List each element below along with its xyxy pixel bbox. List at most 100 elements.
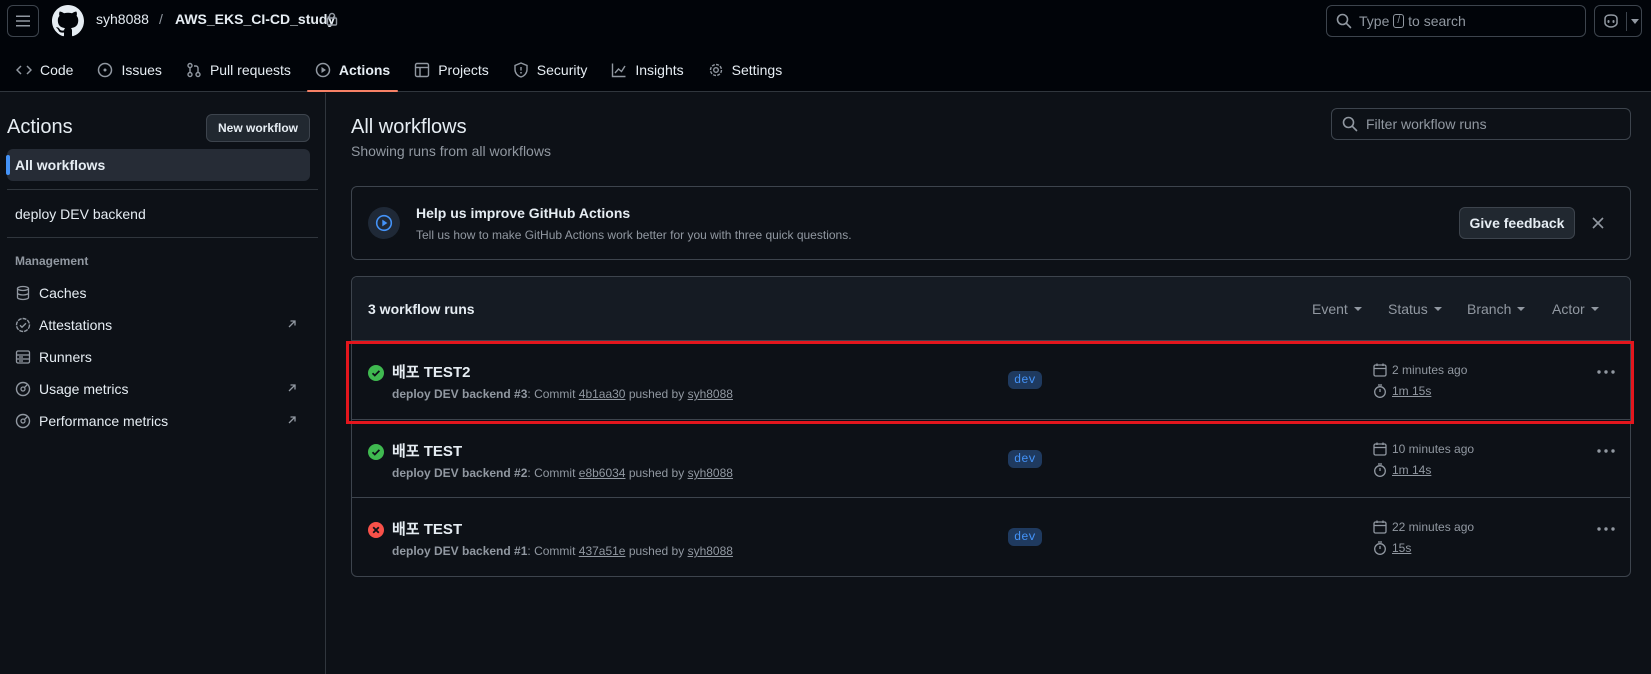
- banner-icon-circle: [368, 207, 400, 239]
- verified-icon: [15, 317, 31, 333]
- sidebar-item-workflow[interactable]: deploy DEV backend: [15, 206, 146, 222]
- tab-projects[interactable]: Projects: [406, 48, 497, 92]
- play-icon: [375, 214, 393, 232]
- pushed-by-label: pushed by: [628, 544, 685, 558]
- play-icon: [315, 62, 331, 78]
- kebab-horizontal-icon[interactable]: [1597, 448, 1615, 454]
- workflow-run-row[interactable]: 배포 TEST deploy DEV backend #2: Commit e8…: [352, 419, 1630, 497]
- tab-label: Insights: [635, 62, 684, 78]
- tab-code[interactable]: Code: [8, 48, 81, 92]
- external-link-icon: [288, 384, 296, 392]
- filter-event-dropdown[interactable]: Event: [1312, 301, 1362, 317]
- pull-request-icon: [187, 62, 201, 78]
- run-duration-text: 15s: [1392, 541, 1412, 555]
- filter-label: Branch: [1467, 301, 1512, 317]
- shield-icon: [514, 62, 528, 78]
- hamburger-icon: [16, 15, 30, 27]
- search-icon: [1342, 116, 1358, 132]
- tab-insights[interactable]: Insights: [603, 48, 691, 92]
- sidebar-item-all-workflows[interactable]: All workflows: [6, 149, 310, 181]
- filter-label: Status: [1388, 301, 1428, 317]
- run-title-link[interactable]: 배포 TEST: [392, 518, 462, 539]
- commit-label: Commit: [534, 466, 576, 480]
- filter-workflow-runs-input[interactable]: Filter workflow runs: [1331, 108, 1631, 140]
- github-logo-icon[interactable]: [52, 5, 84, 37]
- tab-label: Code: [40, 62, 74, 78]
- tab-pull-requests[interactable]: Pull requests: [178, 48, 299, 92]
- run-title-link[interactable]: 배포 TEST: [392, 440, 462, 461]
- tab-security[interactable]: Security: [505, 48, 596, 92]
- close-icon[interactable]: [1591, 216, 1605, 230]
- filter-branch-dropdown[interactable]: Branch: [1467, 301, 1526, 317]
- menu-button[interactable]: [7, 5, 39, 37]
- page-title: All workflows: [351, 116, 467, 138]
- filter-label: Event: [1312, 301, 1348, 317]
- search-prefix: Type: [1359, 13, 1390, 29]
- pushed-by-label: pushed by: [628, 466, 685, 480]
- caret-down-icon: [1433, 307, 1442, 311]
- lock-icon: [326, 12, 338, 26]
- repo-owner-link[interactable]: syh8088: [96, 11, 149, 27]
- run-duration: 1m 14s: [1373, 463, 1431, 477]
- run-number: #2: [514, 466, 528, 480]
- tab-actions[interactable]: Actions: [306, 48, 399, 92]
- sidebar-divider: [7, 189, 318, 190]
- run-time-text: 22 minutes ago: [1392, 520, 1475, 534]
- search-shortcut-key: /: [1393, 14, 1405, 28]
- run-time-text: 10 minutes ago: [1392, 442, 1475, 456]
- kebab-horizontal-icon[interactable]: [1597, 526, 1615, 532]
- run-timestamp: 10 minutes ago: [1373, 442, 1474, 456]
- branch-label[interactable]: dev: [1008, 528, 1042, 546]
- sidebar-divider: [7, 237, 318, 238]
- run-workflow-name: deploy DEV backend: [392, 466, 511, 480]
- sidebar-item-label: Caches: [39, 285, 87, 301]
- tab-settings[interactable]: Settings: [700, 48, 791, 92]
- meter-icon: [15, 413, 31, 429]
- repo-name-link[interactable]: AWS_EKS_CI-CD_study: [175, 11, 335, 27]
- filter-label: Actor: [1552, 301, 1585, 317]
- give-feedback-button[interactable]: Give feedback: [1459, 207, 1575, 239]
- sidebar-item-usage-metrics[interactable]: Usage metrics: [15, 379, 302, 399]
- filter-placeholder: Filter workflow runs: [1366, 116, 1487, 132]
- tab-issues[interactable]: Issues: [89, 48, 169, 92]
- commit-link[interactable]: 437a51e: [579, 544, 626, 558]
- run-duration-text: 1m 14s: [1392, 463, 1432, 477]
- caret-down-icon: [1590, 307, 1599, 311]
- sidebar-item-label: Runners: [39, 349, 92, 365]
- sidebar-item-performance-metrics[interactable]: Performance metrics: [15, 411, 302, 431]
- copilot-button[interactable]: [1594, 5, 1642, 37]
- issue-icon: [98, 62, 113, 78]
- commit-link[interactable]: e8b6034: [579, 466, 626, 480]
- code-icon: [16, 65, 32, 75]
- actions-sidebar: Actions New workflow All workflows deplo…: [0, 93, 326, 674]
- new-workflow-button[interactable]: New workflow: [206, 114, 310, 142]
- copilot-icon: [1604, 14, 1618, 28]
- workflow-runs-box: 3 workflow runs Event Status Branch Acto…: [351, 276, 1631, 577]
- caret-down-icon: [1517, 307, 1526, 311]
- tab-label: Pull requests: [209, 62, 291, 78]
- user-link[interactable]: syh8088: [688, 466, 733, 480]
- x-circle-icon: [368, 522, 384, 538]
- run-meta: deploy DEV backend #2: Commit e8b6034 pu…: [392, 466, 733, 480]
- page-subtitle: Showing runs from all workflows: [351, 143, 551, 159]
- filter-status-dropdown[interactable]: Status: [1388, 301, 1442, 317]
- sidebar-item-caches[interactable]: Caches: [15, 283, 302, 303]
- sidebar-title: Actions: [7, 116, 73, 138]
- search-suffix: to search: [1408, 13, 1466, 29]
- stopwatch-icon: [1374, 463, 1386, 477]
- global-search[interactable]: Type / to search: [1326, 5, 1586, 37]
- feedback-banner: Help us improve GitHub Actions Tell us h…: [351, 186, 1631, 260]
- sidebar-item-runners[interactable]: Runners: [15, 347, 302, 367]
- banner-text: Tell us how to make GitHub Actions work …: [416, 228, 852, 242]
- branch-label[interactable]: dev: [1008, 450, 1042, 468]
- management-heading: Management: [15, 254, 89, 268]
- commit-label: Commit: [534, 544, 576, 558]
- user-link[interactable]: syh8088: [688, 544, 733, 558]
- meter-icon: [15, 381, 31, 397]
- server-icon: [15, 350, 31, 364]
- stopwatch-icon: [1374, 541, 1386, 555]
- filter-actor-dropdown[interactable]: Actor: [1552, 301, 1599, 317]
- workflow-run-row[interactable]: 배포 TEST deploy DEV backend #1: Commit 43…: [352, 497, 1630, 575]
- sidebar-item-label: Attestations: [39, 317, 113, 333]
- sidebar-item-attestations[interactable]: Attestations: [15, 315, 302, 335]
